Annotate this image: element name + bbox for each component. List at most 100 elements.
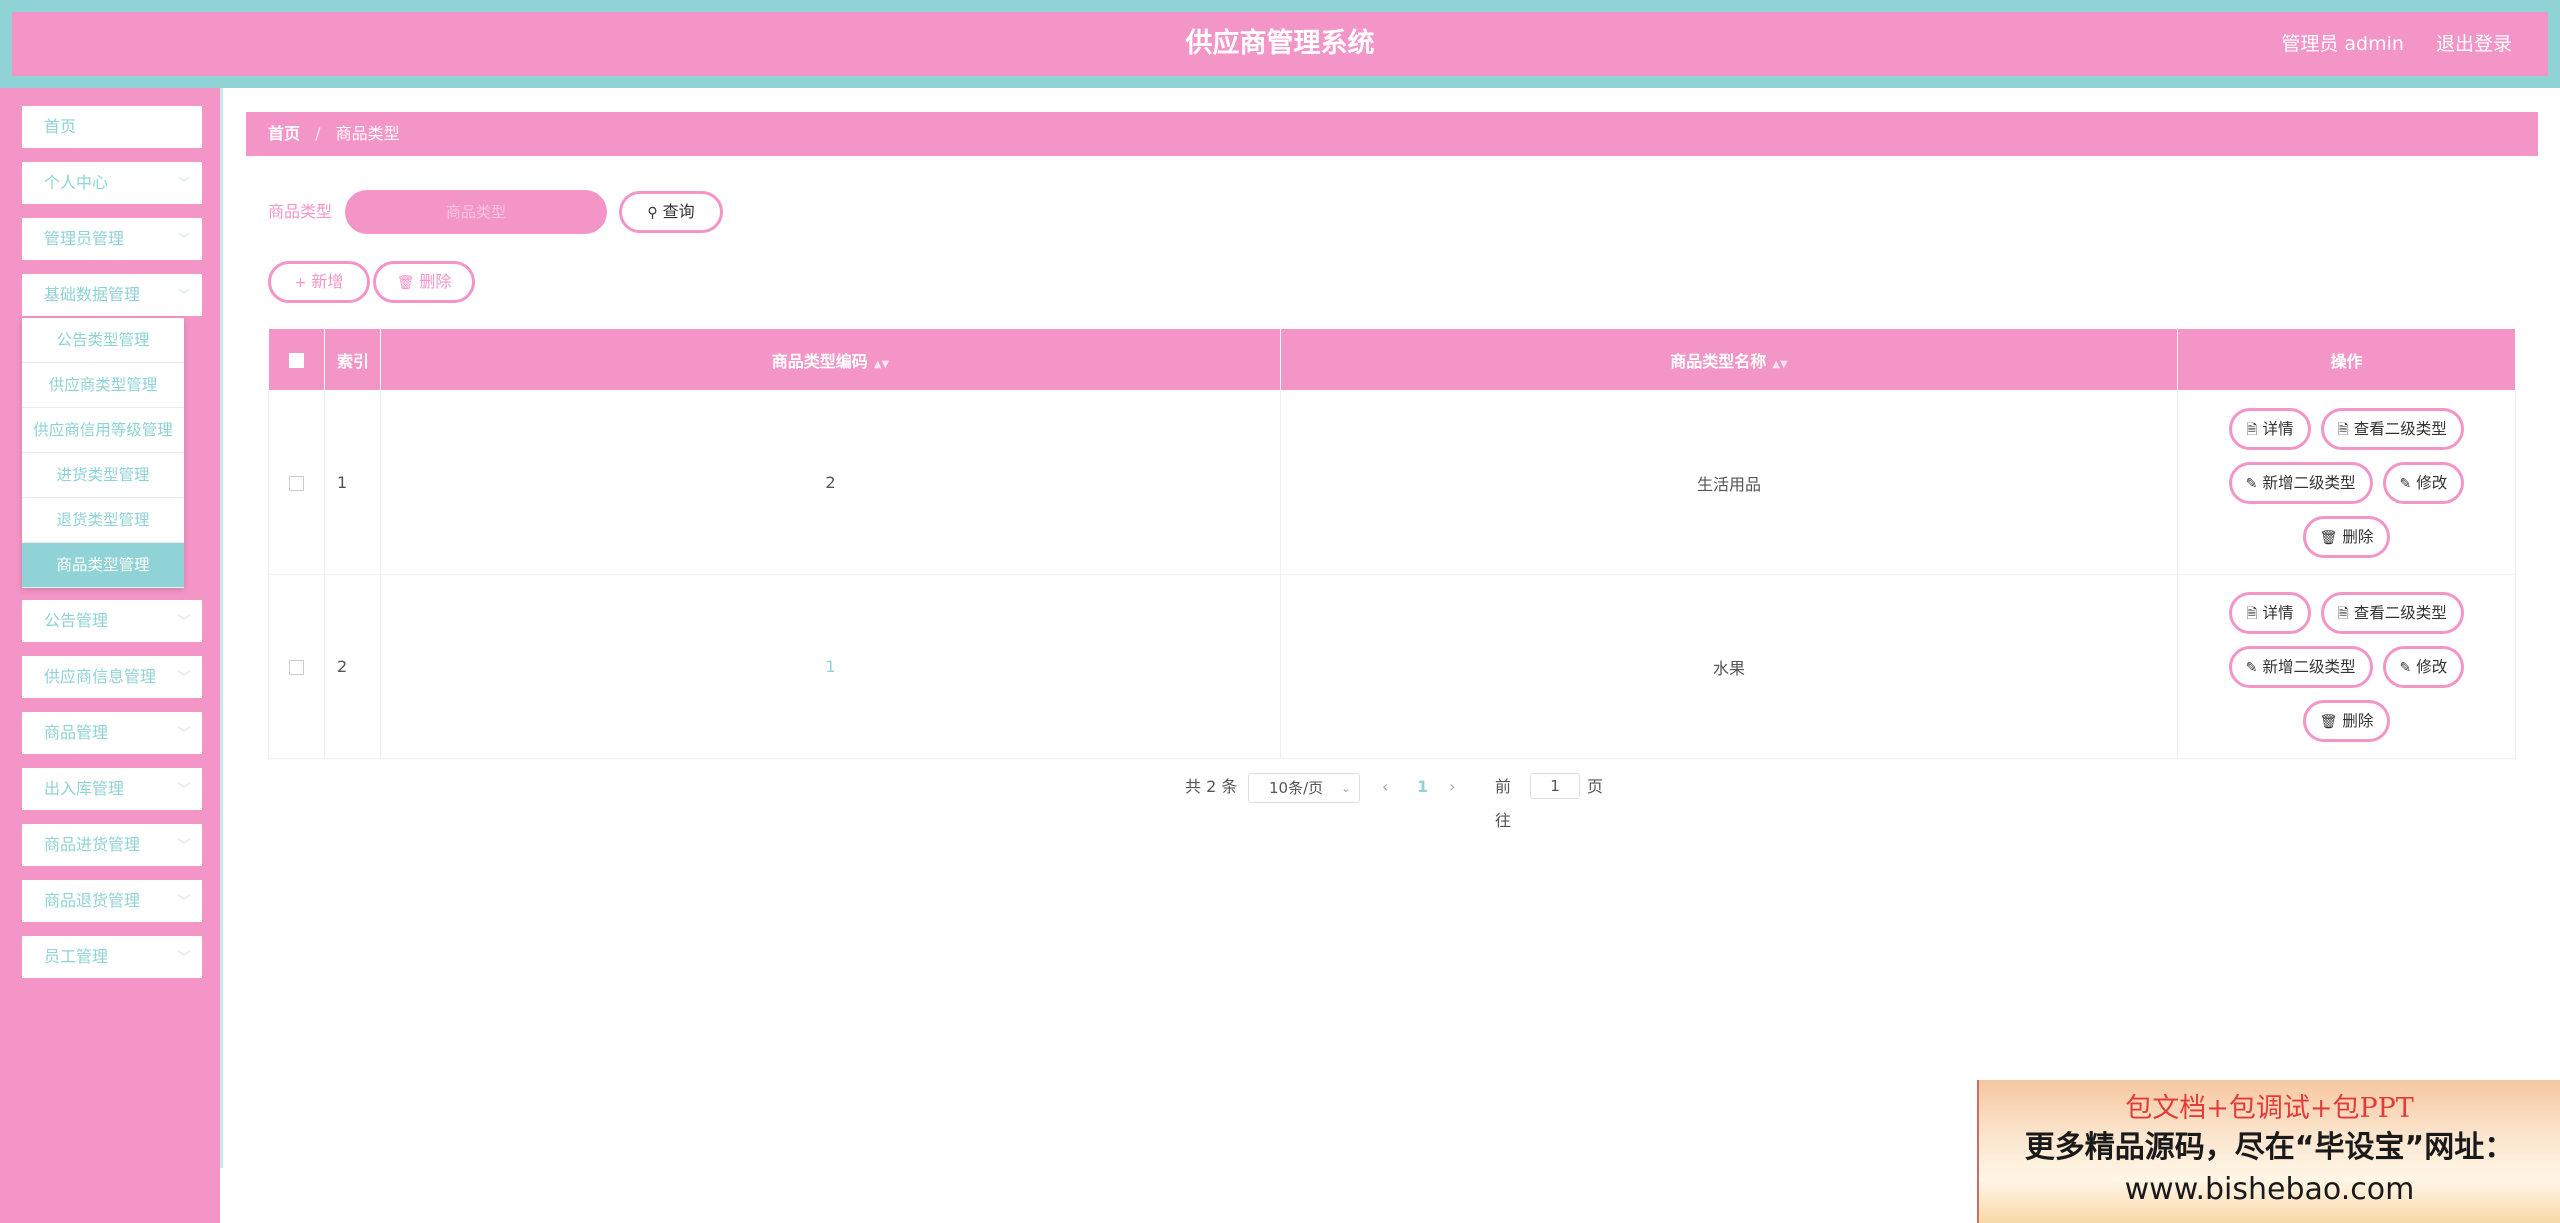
header-code[interactable]: 商品类型编码 ▲▼ — [380, 328, 1281, 391]
sidebar-item-inventory[interactable]: 出入库管理 ﹀ — [22, 768, 202, 810]
detail-button[interactable]: 🗎 详情 — [2229, 591, 2311, 634]
sort-icon[interactable]: ▲▼ — [874, 359, 889, 370]
edit-button[interactable]: ✎ 修改 — [2382, 461, 2465, 504]
row-code: 1 — [380, 574, 1281, 759]
sidebar-item-label: 管理员管理 — [44, 229, 125, 248]
prev-page-icon[interactable]: ‹ — [1382, 770, 1388, 804]
row-delete-label: 删除 — [2342, 712, 2374, 730]
row-checkbox[interactable] — [289, 660, 304, 675]
page-size-value: 10条/页 — [1269, 779, 1324, 797]
row-name: 水果 — [1280, 574, 2178, 759]
add-button-label: 新增 — [311, 272, 344, 291]
chevron-down-icon: ﹀ — [177, 782, 190, 796]
submenu-item-supplier-type[interactable]: 供应商类型管理 — [22, 363, 184, 408]
header-code-label: 商品类型编码 — [771, 351, 868, 371]
query-button[interactable]: ⚲ 查询 — [619, 191, 723, 233]
sidebar-item-home[interactable]: 首页 — [22, 106, 202, 148]
sidebar-item-staff[interactable]: 员工管理 ﹀ — [22, 936, 202, 978]
row-name: 生活用品 — [1280, 390, 2178, 575]
promo-line-1: 包文档+包调试+包PPT — [2125, 1093, 2414, 1124]
chevron-down-icon: ﹀ — [177, 614, 190, 628]
add-button[interactable]: + 新增 — [268, 261, 370, 303]
header-ops: 操作 — [2177, 328, 2516, 391]
submenu-item-return-type[interactable]: 退货类型管理 — [22, 498, 184, 543]
view-sub-type-button[interactable]: 🗎 查看二级类型 — [2320, 591, 2464, 634]
goods-type-table: 索引 商品类型编码 ▲▼ 商品类型名称 ▲▼ 操作 1 2 生活用品 🗎 详情 🗎 查看… — [268, 328, 2516, 759]
row-delete-button[interactable]: 🗑 删除 — [2302, 699, 2391, 742]
submenu-item-notice-type[interactable]: 公告类型管理 — [22, 318, 184, 363]
row-delete-label: 删除 — [2342, 528, 2374, 546]
sidebar-item-profile[interactable]: 个人中心 ﹀ — [22, 162, 202, 204]
detail-button-label: 详情 — [2262, 604, 2294, 622]
trash-icon: 🗑 — [2319, 528, 2338, 545]
chevron-down-icon: ﹀ — [177, 232, 190, 246]
select-all-checkbox[interactable] — [289, 353, 304, 368]
sidebar-item-label: 首页 — [44, 117, 77, 136]
sidebar-item-goods[interactable]: 商品管理 ﹀ — [22, 712, 202, 754]
app-title: 供应商管理系统 — [1185, 28, 1375, 59]
edit-icon: ✎ — [2245, 658, 2258, 675]
submenu-item-credit-level[interactable]: 供应商信用等级管理 — [22, 408, 184, 453]
sidebar-item-label: 员工管理 — [44, 947, 109, 966]
submenu-item-goods-type[interactable]: 商品类型管理 — [22, 543, 184, 588]
add-sub-type-button[interactable]: ✎ 新增二级类型 — [2228, 645, 2373, 688]
row-delete-button[interactable]: 🗑 删除 — [2302, 515, 2391, 558]
row-ops: 🗎 详情 🗎 查看二级类型 ✎ 新增二级类型 ✎ 修改 🗑 删除 — [2177, 390, 2516, 575]
sidebar-item-purchase[interactable]: 商品进货管理 ﹀ — [22, 824, 202, 866]
document-icon: 🗎 — [2337, 420, 2349, 437]
sidebar-item-admin[interactable]: 管理员管理 ﹀ — [22, 218, 202, 260]
header-name[interactable]: 商品类型名称 ▲▼ — [1280, 328, 2178, 391]
add-sub-type-label: 新增二级类型 — [2262, 658, 2356, 676]
add-sub-type-label: 新增二级类型 — [2262, 474, 2356, 492]
sidebar-item-supplier[interactable]: 供应商信息管理 ﹀ — [22, 656, 202, 698]
sidebar-item-return[interactable]: 商品退货管理 ﹀ — [22, 880, 202, 922]
promo-line-3: www.bishebao.com — [2124, 1172, 2415, 1207]
view-sub-type-label: 查看二级类型 — [2353, 604, 2447, 622]
sidebar-item-label: 商品管理 — [44, 723, 109, 742]
goto-page-input[interactable]: 1 — [1530, 773, 1580, 799]
logout-link[interactable]: 退出登录 — [2436, 33, 2512, 55]
breadcrumb-home[interactable]: 首页 — [268, 124, 300, 143]
search-input[interactable] — [345, 190, 607, 234]
document-icon: 🗎 — [2337, 604, 2349, 621]
next-page-icon[interactable]: › — [1449, 770, 1455, 804]
sidebar-item-basic-data[interactable]: 基础数据管理 ﹀ — [22, 274, 202, 316]
sidebar-item-notice[interactable]: 公告管理 ﹀ — [22, 600, 202, 642]
row-code: 2 — [380, 390, 1281, 575]
sidebar-item-label: 基础数据管理 — [44, 285, 141, 304]
pagination-total: 共 2 条 — [1185, 777, 1238, 796]
detail-button[interactable]: 🗎 详情 — [2229, 407, 2311, 450]
search-icon: ⚲ — [647, 205, 658, 221]
query-button-label: 查询 — [662, 202, 695, 221]
delete-button[interactable]: 🗑 删除 — [373, 261, 475, 303]
goto-label: 前往 — [1495, 777, 1512, 830]
edit-icon: ✎ — [2399, 658, 2412, 675]
page-size-select[interactable]: 10条/页 ⌄ — [1248, 773, 1360, 803]
breadcrumb-separator: / — [315, 124, 321, 143]
header-index: 索引 — [324, 328, 381, 391]
chevron-down-icon: ﹀ — [177, 726, 190, 740]
search-label: 商品类型 — [268, 202, 333, 221]
submenu-item-purchase-type[interactable]: 进货类型管理 — [22, 453, 184, 498]
edit-button-label: 修改 — [2416, 658, 2448, 676]
row-ops-group: 🗎 详情 🗎 查看二级类型 ✎ 新增二级类型 ✎ 修改 🗑 删除 — [2202, 591, 2492, 742]
row-checkbox[interactable] — [289, 476, 304, 491]
breadcrumb-current: 商品类型 — [335, 124, 400, 143]
document-icon: 🗎 — [2246, 420, 2258, 437]
edit-icon: ✎ — [2399, 474, 2412, 491]
chevron-down-icon: ﹀ — [177, 176, 190, 190]
delete-button-label: 删除 — [419, 272, 452, 291]
sort-icon[interactable]: ▲▼ — [1772, 359, 1787, 370]
add-sub-type-button[interactable]: ✎ 新增二级类型 — [2228, 461, 2373, 504]
chevron-down-icon: ﹀ — [177, 894, 190, 908]
page-number-current[interactable]: 1 — [1417, 770, 1428, 804]
table-row: 1 2 生活用品 🗎 详情 🗎 查看二级类型 ✎ 新增二级类型 ✎ 修改 🗑 删除 — [268, 390, 2516, 575]
edit-button[interactable]: ✎ 修改 — [2382, 645, 2465, 688]
promo-banner: 包文档+包调试+包PPT 更多精品源码，尽在“毕设宝”网址： www.bishe… — [1977, 1080, 2560, 1223]
document-icon: 🗎 — [2246, 604, 2258, 621]
breadcrumb: 首页 / 商品类型 — [246, 112, 2538, 156]
view-sub-type-button[interactable]: 🗎 查看二级类型 — [2320, 407, 2464, 450]
sidebar-item-label: 个人中心 — [44, 173, 109, 192]
chevron-down-icon: ﹀ — [177, 950, 190, 964]
user-area: 管理员 admin 退出登录 — [2255, 12, 2512, 76]
